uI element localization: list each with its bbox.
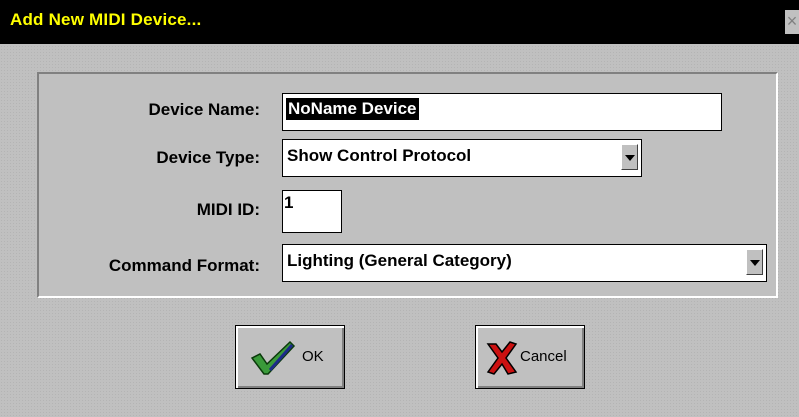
device-type-dropdown-button[interactable] xyxy=(621,144,638,170)
command-format-dropdown-button[interactable] xyxy=(746,249,763,275)
ok-label: OK xyxy=(302,348,324,365)
command-format-value: Lighting (General Category) xyxy=(287,251,512,270)
device-type-label: Device Type: xyxy=(156,148,260,167)
command-format-label: Command Format: xyxy=(108,256,260,275)
midi-id-value: 1 xyxy=(284,193,294,212)
chevron-down-icon xyxy=(750,260,760,266)
device-type-select[interactable]: Show Control Protocol xyxy=(282,139,642,177)
close-icon: × xyxy=(786,11,798,31)
close-button[interactable]: × xyxy=(785,10,799,34)
command-format-select[interactable]: Lighting (General Category) xyxy=(282,244,767,282)
cancel-button[interactable]: Cancel xyxy=(475,325,585,389)
chevron-down-icon xyxy=(625,155,635,161)
checkmark-icon xyxy=(250,340,296,375)
device-name-value: NoName Device xyxy=(286,98,419,120)
device-type-value: Show Control Protocol xyxy=(287,146,472,165)
midi-id-label: MIDI ID: xyxy=(196,200,260,219)
device-name-input[interactable]: NoName Device xyxy=(282,93,722,131)
red-x-icon xyxy=(486,341,518,375)
dialog-window: Add New MIDI Device... × NoName Device S… xyxy=(0,0,799,417)
device-name-label-text: Device Name: xyxy=(148,100,260,119)
cancel-label: Cancel xyxy=(520,348,567,365)
title-bar[interactable]: Add New MIDI Device... × xyxy=(0,0,799,44)
ok-button[interactable]: OK xyxy=(235,325,345,389)
window-title: Add New MIDI Device... xyxy=(10,10,202,29)
midi-id-input[interactable]: 1 xyxy=(282,190,342,233)
